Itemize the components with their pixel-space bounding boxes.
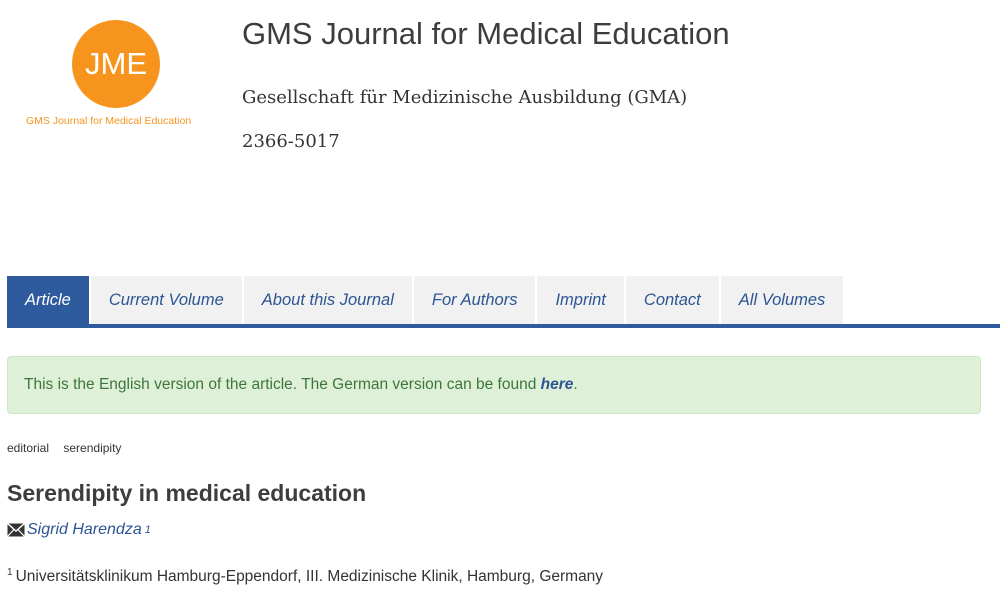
- publisher-name: Gesellschaft für Medizinische Ausbildung…: [242, 87, 688, 108]
- tab-article[interactable]: Article: [7, 276, 89, 324]
- logo-text: JME: [85, 46, 147, 81]
- author-line: Sigrid Harendza 1: [7, 521, 151, 539]
- tab-all-volumes[interactable]: All Volumes: [720, 276, 844, 324]
- tag-editorial: editorial: [7, 441, 50, 455]
- german-version-link[interactable]: here: [541, 376, 574, 394]
- main-nav: Article Current Volume About this Journa…: [7, 276, 845, 324]
- nav-divider: [7, 324, 1000, 328]
- tab-for-authors[interactable]: For Authors: [413, 276, 536, 324]
- tab-imprint[interactable]: Imprint: [537, 276, 624, 324]
- tag-serendipity: serendipity: [63, 441, 122, 455]
- tab-about-journal[interactable]: About this Journal: [243, 276, 412, 324]
- alert-trailing: .: [573, 376, 578, 393]
- alert-text: This is the English version of the artic…: [24, 376, 537, 393]
- author-link[interactable]: Sigrid Harendza: [27, 521, 142, 539]
- logo-caption: GMS Journal for Medical Education: [26, 115, 192, 127]
- affiliation-marker: 1: [7, 567, 13, 578]
- journal-title: GMS Journal for Medical Education: [242, 16, 730, 51]
- tab-contact[interactable]: Contact: [625, 276, 719, 324]
- envelope-icon[interactable]: [7, 523, 25, 537]
- journal-logo[interactable]: JME: [26, 20, 206, 108]
- affiliation: 1 Universitätsklinikum Hamburg-Eppendorf,…: [7, 567, 603, 586]
- author-affiliation-marker: 1: [144, 524, 151, 536]
- affiliation-text: Universitätsklinikum Hamburg-Eppendorf, …: [15, 568, 604, 586]
- jme-logo-circle: JME: [72, 20, 160, 108]
- article-tags: editorial serendipity: [7, 441, 132, 455]
- language-alert: This is the English version of the artic…: [7, 356, 981, 414]
- tab-current-volume[interactable]: Current Volume: [90, 276, 242, 324]
- issn: 2366-5017: [242, 131, 340, 152]
- article-title: Serendipity in medical education: [7, 480, 367, 506]
